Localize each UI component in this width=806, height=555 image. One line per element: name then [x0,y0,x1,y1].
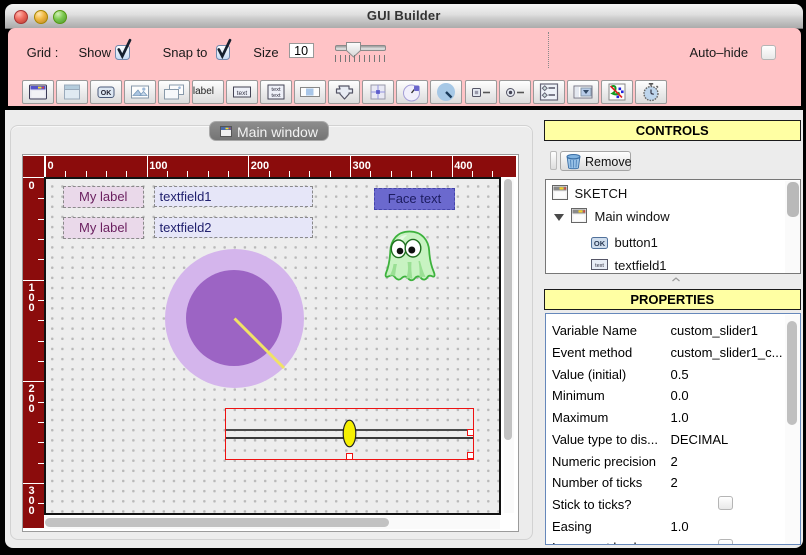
svg-text:text: text [595,263,604,269]
svg-text:OK: OK [100,90,111,97]
svg-text:OK: OK [594,239,606,248]
svg-text:text: text [237,90,248,97]
svg-text:text: text [271,93,281,99]
